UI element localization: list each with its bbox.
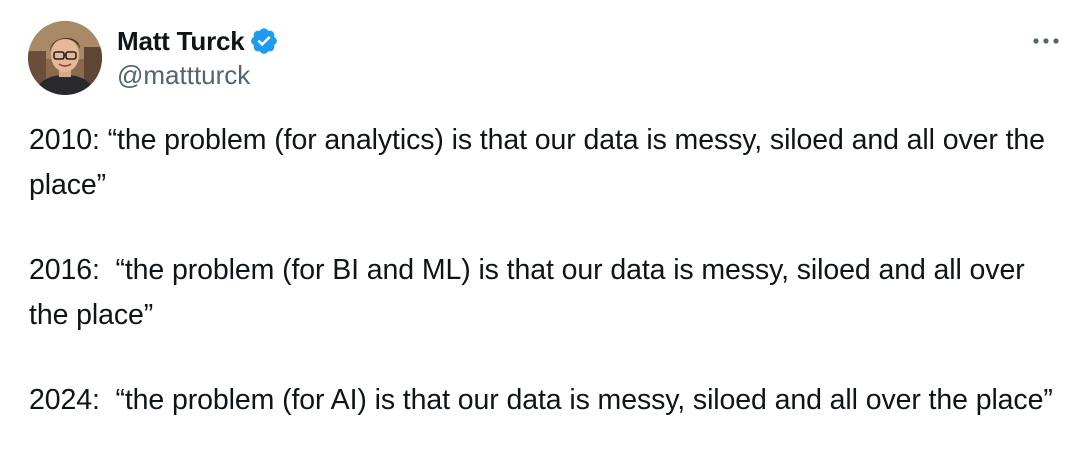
author-block: Matt Turck @mattturck bbox=[117, 24, 279, 92]
more-horizontal-icon bbox=[1033, 38, 1059, 44]
display-name[interactable]: Matt Turck bbox=[117, 24, 245, 58]
tweet-paragraph: 2024: “the problem (for AI) is that our … bbox=[29, 384, 1053, 416]
verified-badge-icon[interactable] bbox=[249, 26, 279, 56]
tweet-text: 2010: “the problem (for analytics) is th… bbox=[29, 118, 1069, 423]
avatar[interactable] bbox=[28, 21, 102, 95]
user-handle[interactable]: @mattturck bbox=[117, 58, 279, 92]
tweet-card: Matt Turck @mattturck 2010: “the problem… bbox=[0, 0, 1087, 476]
more-options-button[interactable] bbox=[1027, 26, 1065, 56]
tweet-paragraph: 2016: “the problem (for BI and ML) is th… bbox=[29, 254, 1033, 331]
tweet-paragraph: 2010: “the problem (for analytics) is th… bbox=[29, 124, 1053, 201]
name-row: Matt Turck bbox=[117, 24, 279, 58]
profile-photo-icon bbox=[28, 21, 102, 95]
